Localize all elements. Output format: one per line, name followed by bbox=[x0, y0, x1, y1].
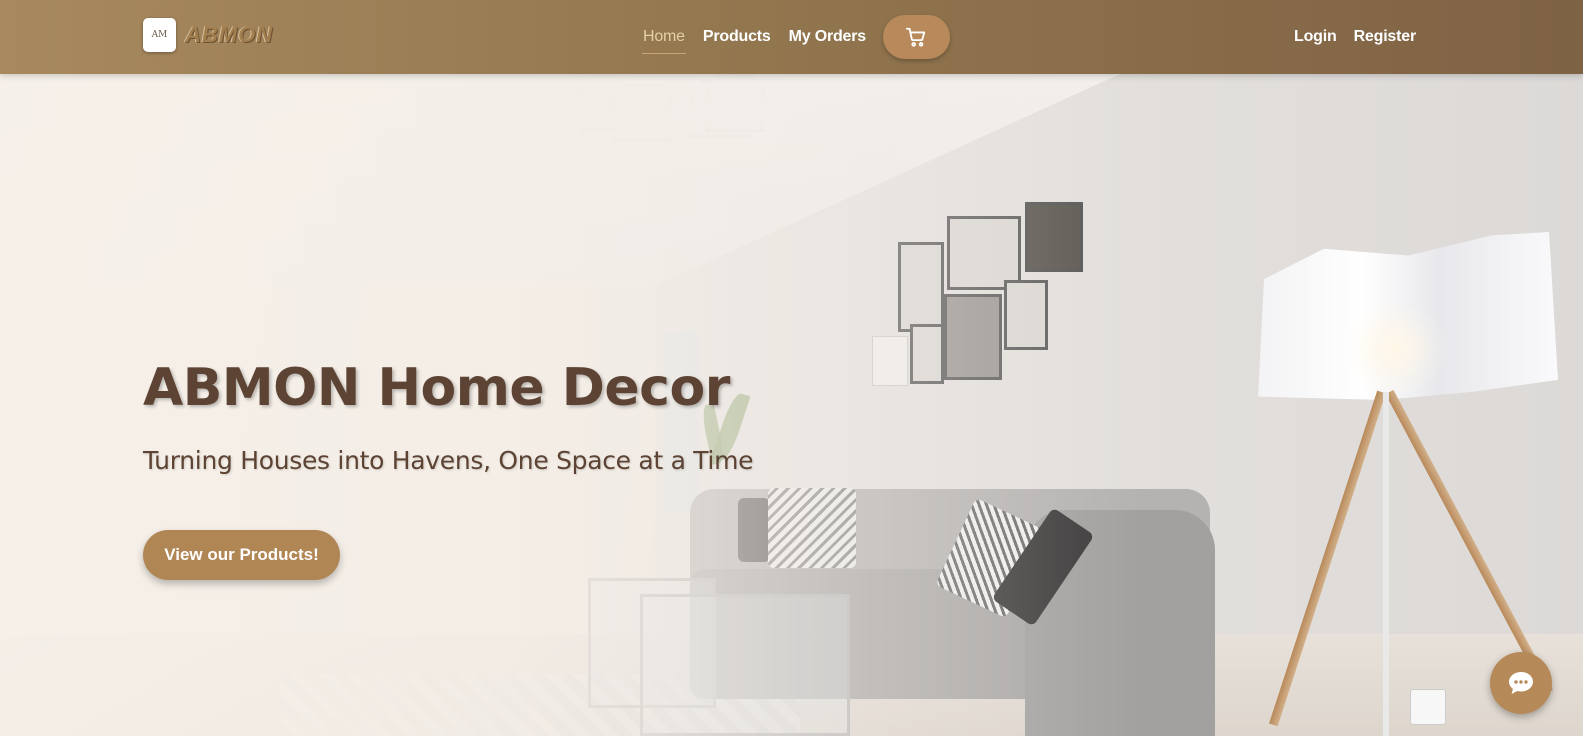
chat-button[interactable] bbox=[1490, 652, 1552, 714]
nav-home[interactable]: Home bbox=[642, 20, 686, 54]
nav-my-orders[interactable]: My Orders bbox=[788, 20, 867, 54]
top-navbar: AM ABMON Home Products My Orders Login R… bbox=[0, 0, 1583, 74]
login-link[interactable]: Login bbox=[1293, 20, 1338, 54]
view-products-button[interactable]: View our Products! bbox=[143, 530, 340, 580]
hero-title: ABMON Home Decor bbox=[143, 358, 730, 418]
logo[interactable]: AM bbox=[143, 18, 176, 52]
cart-icon bbox=[906, 27, 926, 47]
cart-button[interactable] bbox=[882, 15, 950, 59]
nav-products[interactable]: Products bbox=[702, 20, 772, 54]
hero-subtitle: Turning Houses into Havens, One Space at… bbox=[143, 446, 754, 475]
main-nav: Home Products My Orders bbox=[642, 0, 950, 74]
register-link[interactable]: Register bbox=[1353, 20, 1417, 54]
logo-mark: AM bbox=[151, 29, 168, 40]
brand-name[interactable]: ABMON bbox=[185, 22, 273, 48]
auth-nav: Login Register bbox=[1278, 0, 1417, 74]
chat-bubble-icon bbox=[1509, 672, 1533, 694]
